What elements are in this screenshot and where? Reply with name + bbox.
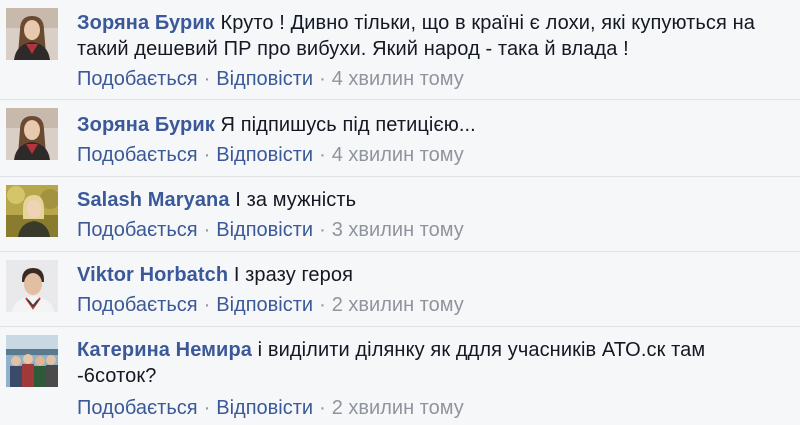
comment-text: І за мужність bbox=[235, 189, 357, 211]
separator-dot: · bbox=[203, 397, 211, 419]
comment-actions: Подобається · Відповісти · 2 хвилин тому bbox=[77, 292, 464, 318]
comment-author-link[interactable]: Viktor Horbatch bbox=[77, 264, 228, 286]
comment-item: Salash Maryana І за мужність Подобається… bbox=[0, 177, 800, 252]
user-avatar-photo bbox=[6, 108, 58, 160]
reply-link[interactable]: Відповісти bbox=[216, 68, 313, 90]
comment-actions: Подобається · Відповісти · 4 хвилин тому bbox=[77, 66, 464, 92]
comment-text: Я підпишусь під петицією... bbox=[220, 114, 476, 136]
comment-timestamp[interactable]: 4 хвилин тому bbox=[332, 68, 464, 90]
comment-timestamp[interactable]: 3 хвилин тому bbox=[332, 219, 464, 241]
user-avatar-photo bbox=[6, 185, 58, 237]
separator-dot: · bbox=[319, 397, 326, 419]
separator-dot: · bbox=[203, 219, 211, 241]
comment-actions: Подобається · Відповісти · 4 хвилин тому bbox=[77, 142, 464, 168]
comment-author-link[interactable]: Зоряна Бурик bbox=[77, 114, 215, 136]
avatar[interactable] bbox=[6, 185, 58, 237]
separator-dot: · bbox=[203, 68, 211, 90]
user-avatar-photo bbox=[6, 8, 58, 60]
comment-body: Зоряна Бурик Круто ! Дивно тільки, що в … bbox=[77, 10, 784, 62]
like-link[interactable]: Подобається bbox=[77, 219, 198, 241]
comment-author-link[interactable]: Salash Maryana bbox=[77, 189, 230, 211]
separator-dot: · bbox=[203, 294, 211, 316]
separator-dot: · bbox=[319, 219, 326, 241]
like-link[interactable]: Подобається bbox=[77, 294, 198, 316]
comments-list: Зоряна Бурик Круто ! Дивно тільки, що в … bbox=[0, 0, 800, 425]
comment-body: Зоряна Бурик Я підпишусь під петицією... bbox=[77, 112, 784, 138]
comment-item: Зоряна Бурик Я підпишусь під петицією...… bbox=[0, 100, 800, 177]
comment-body: Viktor Horbatch І зразу героя bbox=[77, 262, 784, 288]
comment-text: І зразу героя bbox=[233, 264, 354, 286]
comment-timestamp[interactable]: 4 хвилин тому bbox=[332, 144, 464, 166]
comment-body: Катерина Немира і виділити ділянку як дд… bbox=[77, 337, 784, 389]
avatar[interactable] bbox=[6, 335, 58, 387]
separator-dot: · bbox=[319, 68, 326, 90]
user-avatar-photo bbox=[6, 260, 58, 312]
comment-actions: Подобається · Відповісти · 2 хвилин тому bbox=[77, 395, 464, 421]
reply-link[interactable]: Відповісти bbox=[216, 144, 313, 166]
comment-author-link[interactable]: Зоряна Бурик bbox=[77, 12, 215, 34]
avatar[interactable] bbox=[6, 8, 58, 60]
comment-timestamp[interactable]: 2 хвилин тому bbox=[332, 294, 464, 316]
separator-dot: · bbox=[319, 294, 326, 316]
comment-item: Viktor Horbatch І зразу героя Подобаєтьс… bbox=[0, 252, 800, 327]
separator-dot: · bbox=[203, 144, 211, 166]
separator-dot: · bbox=[319, 144, 326, 166]
like-link[interactable]: Подобається bbox=[77, 397, 198, 419]
like-link[interactable]: Подобається bbox=[77, 68, 198, 90]
comment-timestamp[interactable]: 2 хвилин тому bbox=[332, 397, 464, 419]
avatar[interactable] bbox=[6, 108, 58, 160]
reply-link[interactable]: Відповісти bbox=[216, 294, 313, 316]
reply-link[interactable]: Відповісти bbox=[216, 397, 313, 419]
comment-actions: Подобається · Відповісти · 3 хвилин тому bbox=[77, 217, 464, 243]
comment-item: Зоряна Бурик Круто ! Дивно тільки, що в … bbox=[0, 0, 800, 100]
comment-author-link[interactable]: Катерина Немира bbox=[77, 339, 252, 361]
comment-body: Salash Maryana І за мужність bbox=[77, 187, 784, 213]
comment-item: Катерина Немира і виділити ділянку як дд… bbox=[0, 327, 800, 425]
like-link[interactable]: Подобається bbox=[77, 144, 198, 166]
user-avatar-photo bbox=[6, 335, 58, 387]
reply-link[interactable]: Відповісти bbox=[216, 219, 313, 241]
avatar[interactable] bbox=[6, 260, 58, 312]
